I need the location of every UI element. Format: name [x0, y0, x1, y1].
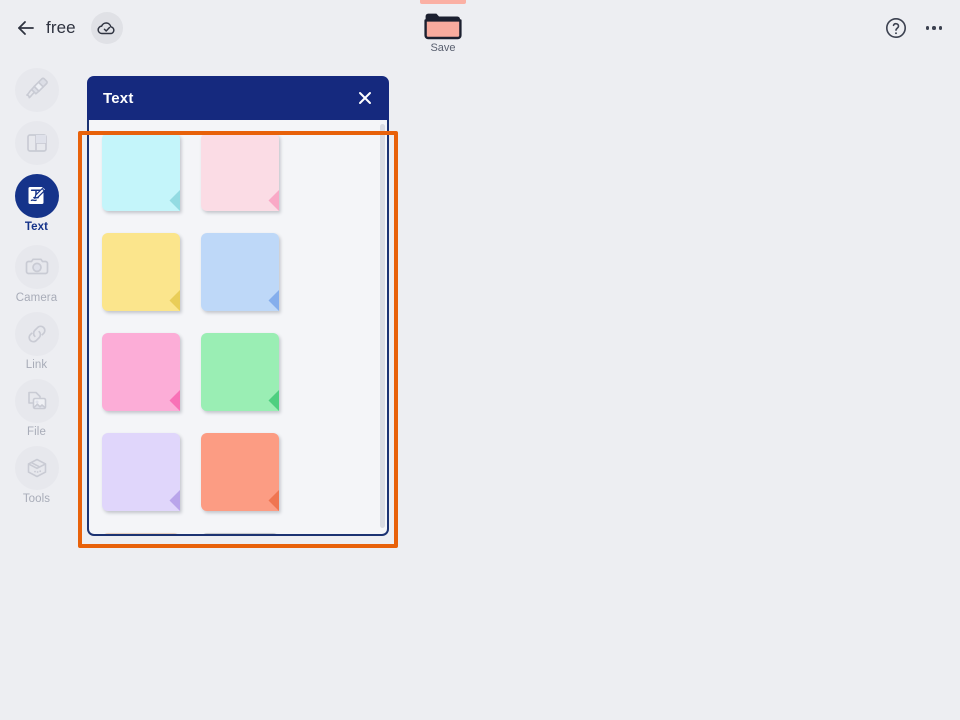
- sidebar-item-link[interactable]: Link: [0, 312, 73, 371]
- top-toolbar: free Save: [0, 0, 960, 56]
- more-dot: [938, 26, 943, 30]
- document-title[interactable]: free: [46, 16, 76, 40]
- help-circle-icon[interactable]: [884, 16, 908, 40]
- folder-icon: [423, 10, 463, 40]
- cloud-check-icon[interactable]: [91, 12, 123, 44]
- sidebar-item-label: Link: [25, 359, 48, 371]
- more-dot: [932, 26, 936, 30]
- marker-pen-icon: [14, 68, 59, 112]
- sidebar-item-label: File: [27, 426, 46, 438]
- close-icon[interactable]: [355, 88, 375, 108]
- camera-icon: [14, 245, 59, 289]
- layout-panel-icon: [14, 121, 59, 165]
- save-label: Save: [430, 42, 456, 54]
- save-button[interactable]: Save: [415, 0, 471, 64]
- back-arrow-icon[interactable]: [14, 16, 38, 40]
- more-dot: [925, 26, 930, 30]
- sidebar-item-file[interactable]: File: [0, 379, 73, 438]
- highlight-annotation: [78, 131, 398, 548]
- link-chain-icon: [14, 312, 59, 356]
- sidebar-item-label: Camera: [15, 292, 58, 304]
- sidebar-item-marker[interactable]: [0, 68, 73, 115]
- panel-title: Text: [103, 89, 134, 107]
- toolbox-icon: [14, 446, 59, 490]
- sidebar-item-layout[interactable]: [0, 121, 73, 168]
- sidebar-item-text[interactable]: Text: [0, 174, 73, 233]
- left-tool-rail: Text Camera Link File Tools: [0, 56, 73, 720]
- sidebar-item-label: Text: [24, 221, 49, 233]
- save-accent-bar: [420, 0, 466, 4]
- sidebar-item-camera[interactable]: Camera: [0, 245, 73, 304]
- text-panel-header: Text: [87, 76, 389, 120]
- text-card-icon: [14, 174, 59, 218]
- file-image-icon: [14, 379, 59, 423]
- more-horizontal-icon[interactable]: [922, 16, 946, 40]
- sidebar-item-tools[interactable]: Tools: [0, 446, 73, 505]
- sidebar-item-label: Tools: [22, 493, 51, 505]
